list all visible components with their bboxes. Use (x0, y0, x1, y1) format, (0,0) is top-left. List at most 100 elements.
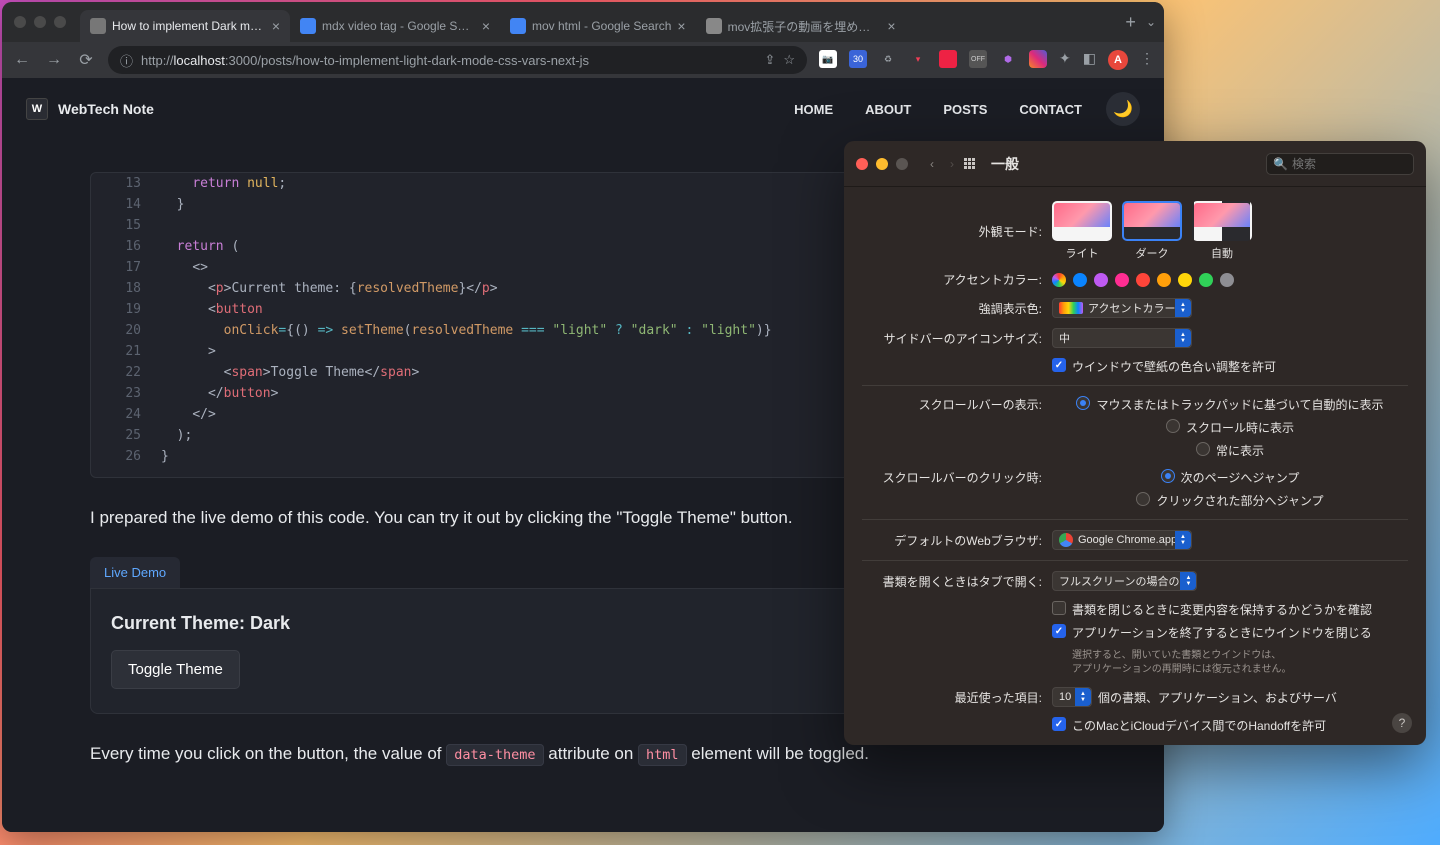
scrollbar-show-option[interactable]: スクロール時に表示 (1166, 419, 1294, 436)
close-tab-icon[interactable]: × (272, 18, 280, 34)
ask-changes-checkbox[interactable]: 書類を閉じるときに変更内容を保持するかどうかを確認 (1052, 601, 1372, 618)
scrollbar-click-option[interactable]: クリックされた部分へジャンプ (1136, 492, 1323, 509)
forward-icon[interactable]: › (950, 157, 954, 171)
chrome-toolbar: ← → ⟳ ⓘ http://localhost:3000/posts/how-… (2, 42, 1164, 78)
close-windows-hint: 選択すると、開いていた書類とウインドウは、 アプリケーションの再開時には復元され… (1072, 649, 1292, 677)
browser-tab[interactable]: mov html - Google Search× (500, 10, 696, 42)
extension-recycle-icon[interactable]: ♻ (879, 50, 897, 68)
chrome-titlebar: How to implement Dark mode w×mdx video t… (2, 2, 1164, 42)
accent-color-swatch[interactable] (1220, 273, 1234, 287)
moon-icon: 🌙 (1113, 99, 1133, 119)
extension-camera-icon[interactable]: 📷 (819, 50, 837, 68)
extension-instagram-icon[interactable] (1029, 50, 1047, 68)
accent-color-picker (1052, 273, 1408, 287)
chrome-icon (1059, 533, 1073, 547)
recent-items-suffix: 個の書類、アプリケーション、およびサーバ (1098, 689, 1337, 706)
extension-purple-icon[interactable]: ⬢ (999, 50, 1017, 68)
highlight-color-select[interactable]: アクセントカラー ▲▼ (1052, 298, 1192, 318)
line-number: 18 (109, 278, 141, 299)
nav-link-home[interactable]: HOME (794, 102, 833, 117)
address-bar[interactable]: ⓘ http://localhost:3000/posts/how-to-imp… (108, 46, 807, 74)
open-in-tabs-select[interactable]: フルスクリーンの場合のみ ▲▼ (1052, 571, 1197, 591)
nav-link-about[interactable]: ABOUT (865, 102, 911, 117)
tab-list-dropdown-icon[interactable]: ⌄ (1146, 15, 1156, 29)
line-number: 21 (109, 341, 141, 362)
new-tab-button[interactable]: + (1115, 8, 1146, 37)
divider (862, 519, 1408, 520)
accent-color-swatch[interactable] (1094, 273, 1108, 287)
search-icon: 🔍 (1273, 157, 1288, 171)
handoff-checkbox[interactable]: このMacとiCloudデバイス間でのHandoffを許可 (1052, 717, 1326, 734)
scrollbar-show-option[interactable]: マウスまたはトラックパッドに基づいて自動的に表示 (1076, 396, 1383, 413)
appearance-option-auto[interactable]: 自動 (1192, 201, 1252, 261)
scrollbar-click-label: スクロールバーのクリック時: (862, 469, 1052, 486)
accent-color-swatch[interactable] (1052, 273, 1066, 287)
chrome-menu-icon[interactable]: ⋮ (1140, 50, 1154, 70)
show-all-icon[interactable] (964, 158, 975, 169)
live-demo-tab[interactable]: Live Demo (90, 557, 180, 588)
nav-link-posts[interactable]: POSTS (943, 102, 987, 117)
close-windows-checkbox[interactable]: アプリケーションを終了するときにウインドウを閉じる (1052, 624, 1372, 641)
select-arrows-icon: ▲▼ (1175, 299, 1191, 317)
forward-button-icon[interactable]: → (44, 51, 64, 69)
close-tab-icon[interactable]: × (677, 18, 685, 34)
radio-icon (1161, 469, 1175, 483)
close-window-icon[interactable] (856, 158, 868, 170)
minimize-window-icon[interactable] (876, 158, 888, 170)
site-info-icon[interactable]: ⓘ (120, 51, 133, 70)
toggle-theme-button[interactable]: Toggle Theme (111, 650, 240, 689)
line-number: 20 (109, 320, 141, 341)
multicolor-swatch-icon (1059, 302, 1083, 314)
minimize-window-icon[interactable] (34, 16, 46, 28)
extension-off-icon[interactable]: OFF (969, 50, 987, 68)
select-arrows-icon: ▲▼ (1175, 329, 1191, 347)
sidebar-icon-size-select[interactable]: 中 ▲▼ (1052, 328, 1192, 348)
search-input[interactable] (1292, 157, 1407, 171)
accent-color-swatch[interactable] (1115, 273, 1129, 287)
browser-tab[interactable]: How to implement Dark mode w× (80, 10, 290, 42)
help-button-icon[interactable]: ? (1392, 713, 1412, 733)
line-number: 22 (109, 362, 141, 383)
recent-items-select[interactable]: 10 ▲▼ (1052, 687, 1092, 707)
nav-link-contact[interactable]: CONTACT (1019, 102, 1082, 117)
share-icon[interactable]: ⇪ (764, 52, 775, 68)
wallpaper-tint-checkbox[interactable]: ウインドウで壁紙の色合い調整を許可 (1052, 358, 1276, 375)
line-number: 24 (109, 404, 141, 425)
scrollbar-show-option[interactable]: 常に表示 (1196, 442, 1264, 459)
extension-badge-icon[interactable]: 30 (849, 50, 867, 68)
line-number: 13 (109, 173, 141, 194)
appearance-thumbnail-icon (1122, 201, 1182, 241)
site-title[interactable]: WebTech Note (58, 101, 154, 117)
back-button-icon[interactable]: ← (12, 51, 32, 69)
maximize-window-icon[interactable] (896, 158, 908, 170)
accent-color-swatch[interactable] (1073, 273, 1087, 287)
appearance-option-dark[interactable]: ダーク (1122, 201, 1182, 261)
maximize-window-icon[interactable] (54, 16, 66, 28)
browser-tab[interactable]: mdx video tag - Google Search× (290, 10, 500, 42)
sysprefs-search[interactable]: 🔍 (1266, 153, 1414, 175)
browser-tab[interactable]: mov拡張子の動画を埋め込み再生× (696, 10, 906, 42)
appearance-option-light[interactable]: ライト (1052, 201, 1112, 261)
reload-button-icon[interactable]: ⟳ (76, 50, 96, 70)
extension-red-icon[interactable] (939, 50, 957, 68)
accent-color-swatch[interactable] (1157, 273, 1171, 287)
back-icon[interactable]: ‹ (930, 157, 934, 171)
recent-items-label: 最近使った項目: (862, 689, 1052, 706)
theme-toggle-button[interactable]: 🌙 (1106, 92, 1140, 126)
accent-color-swatch[interactable] (1136, 273, 1150, 287)
bookmark-star-icon[interactable]: ☆ (783, 52, 795, 68)
default-browser-select[interactable]: Google Chrome.app ▲▼ (1052, 530, 1192, 550)
scrollbar-click-option[interactable]: 次のページへジャンプ (1161, 469, 1300, 486)
side-panel-icon[interactable]: ◧ (1083, 50, 1096, 70)
close-window-icon[interactable] (14, 16, 26, 28)
extensions-puzzle-icon[interactable]: ✦ (1059, 50, 1071, 70)
close-tab-icon[interactable]: × (887, 18, 895, 34)
accent-color-swatch[interactable] (1199, 273, 1213, 287)
close-tab-icon[interactable]: × (482, 18, 490, 34)
site-logo[interactable]: W (26, 98, 48, 120)
accent-color-swatch[interactable] (1178, 273, 1192, 287)
profile-avatar[interactable]: A (1108, 50, 1128, 70)
select-arrows-icon: ▲▼ (1175, 531, 1191, 549)
tab-favicon-icon (90, 18, 106, 34)
extension-pocket-icon[interactable]: ▾ (909, 50, 927, 68)
